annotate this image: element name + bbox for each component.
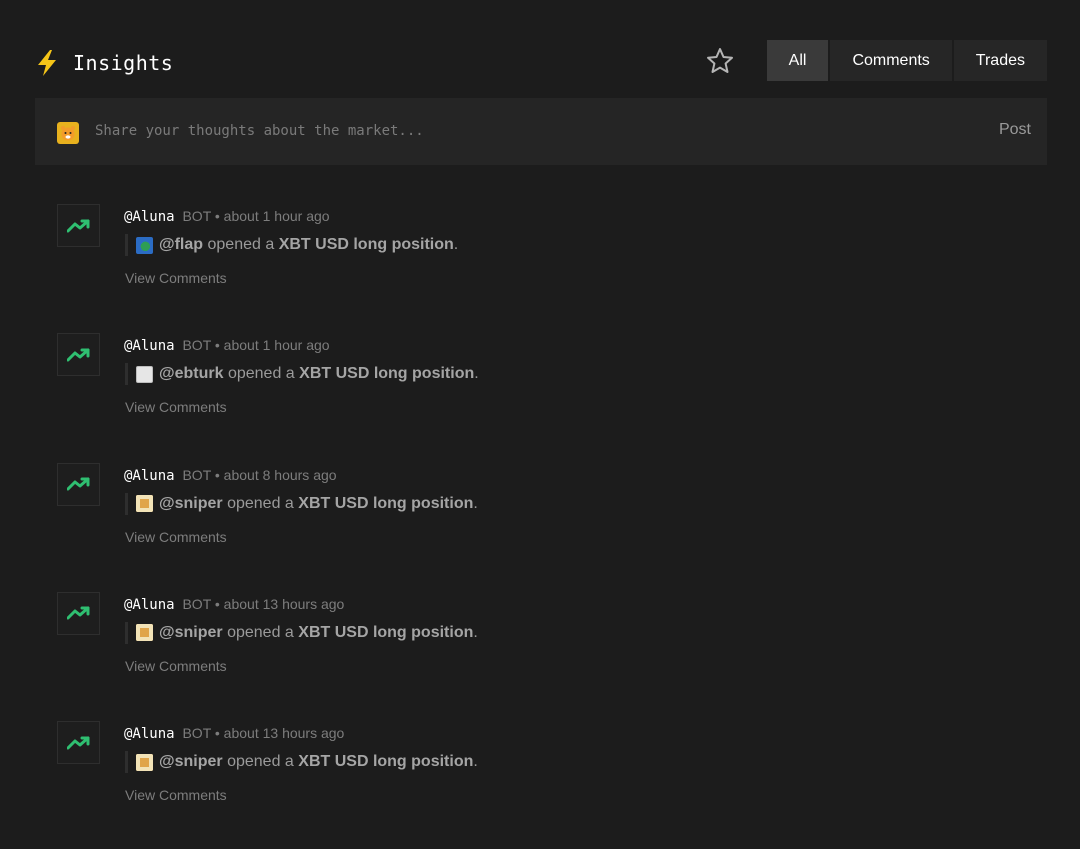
end-punct: . bbox=[474, 365, 479, 383]
post-body: @sniper opened a XBT USD long position . bbox=[125, 751, 478, 774]
lightning-bolt-icon bbox=[38, 50, 56, 76]
tiger-avatar-icon bbox=[57, 122, 79, 144]
feed-item: @Aluna BOT • about 1 hour ago @ebturk op… bbox=[57, 332, 1047, 461]
position-link[interactable]: XBT USD long position bbox=[298, 624, 473, 642]
post-body: @sniper opened a XBT USD long position . bbox=[125, 492, 478, 515]
user-mention[interactable]: @flap bbox=[159, 236, 203, 254]
star-icon[interactable] bbox=[705, 46, 735, 76]
action-text: opened a bbox=[227, 623, 294, 641]
bot-badge: BOT bbox=[182, 208, 211, 224]
trend-up-icon bbox=[57, 333, 100, 377]
tab-comments[interactable]: Comments bbox=[830, 40, 952, 81]
bot-badge: BOT bbox=[182, 725, 211, 742]
user-mention[interactable]: @sniper bbox=[159, 753, 223, 771]
post-body: @ebturk opened a XBT USD long position . bbox=[125, 363, 479, 386]
user-avatar bbox=[136, 236, 153, 254]
tab-all[interactable]: All bbox=[766, 40, 829, 81]
end-punct: . bbox=[453, 236, 459, 253]
action-text: opened a bbox=[227, 494, 294, 512]
end-punct: . bbox=[473, 494, 478, 512]
end-punct: . bbox=[473, 753, 478, 771]
trend-up-icon bbox=[57, 591, 100, 635]
post-button[interactable]: Post bbox=[999, 121, 1031, 139]
thoughts-input[interactable] bbox=[95, 120, 955, 142]
filter-tabs: All Comments Trades bbox=[765, 40, 1047, 81]
view-comments-link[interactable]: View Comments bbox=[125, 529, 227, 545]
trend-up-icon bbox=[57, 721, 100, 765]
view-comments-link[interactable]: View Comments bbox=[125, 399, 227, 415]
author-handle[interactable]: @Aluna bbox=[124, 468, 175, 484]
bot-badge: BOT bbox=[182, 337, 211, 354]
end-punct: . bbox=[473, 623, 478, 641]
view-comments-link[interactable]: View Comments bbox=[125, 270, 227, 286]
trend-up-icon bbox=[57, 462, 100, 506]
position-link[interactable]: XBT USD long position bbox=[298, 753, 473, 771]
feed-item: @Aluna BOT • about 8 hours ago @sniper o… bbox=[57, 462, 1047, 591]
post-time: • about 13 hours ago bbox=[214, 595, 345, 612]
position-link[interactable]: XBT USD long position bbox=[279, 236, 454, 254]
user-mention[interactable]: @sniper bbox=[159, 624, 223, 642]
user-avatar bbox=[136, 495, 153, 513]
feed-item: @Aluna BOT • about 13 hours ago @sniper … bbox=[57, 591, 1047, 720]
position-link[interactable]: XBT USD long position bbox=[298, 495, 473, 513]
post-body: @flap opened a XBT USD long position . bbox=[125, 234, 458, 256]
insights-feed: @Aluna BOT • about 1 hour ago @flap open… bbox=[57, 203, 1047, 849]
post-meta: @Aluna BOT • about 1 hour ago bbox=[124, 337, 330, 354]
post-meta: @Aluna BOT • about 8 hours ago bbox=[124, 467, 337, 484]
author-handle[interactable]: @Aluna bbox=[124, 209, 175, 225]
user-mention[interactable]: @ebturk bbox=[159, 365, 224, 383]
position-link[interactable]: XBT USD long position bbox=[299, 365, 474, 383]
post-body: @sniper opened a XBT USD long position . bbox=[125, 621, 478, 644]
view-comments-link[interactable]: View Comments bbox=[125, 658, 227, 674]
bot-badge: BOT bbox=[182, 595, 211, 612]
page-title: Insights bbox=[73, 51, 174, 75]
post-time: • about 1 hour ago bbox=[214, 337, 330, 354]
bot-badge: BOT bbox=[182, 466, 211, 483]
feed-item: @Aluna BOT • about 13 hours ago @sniper … bbox=[57, 720, 1047, 849]
view-comments-link[interactable]: View Comments bbox=[125, 787, 227, 803]
post-time: • about 1 hour ago bbox=[214, 208, 330, 224]
user-mention[interactable]: @sniper bbox=[159, 495, 223, 513]
author-handle[interactable]: @Aluna bbox=[124, 597, 175, 613]
author-handle[interactable]: @Aluna bbox=[124, 726, 175, 742]
tab-trades[interactable]: Trades bbox=[953, 40, 1047, 81]
post-time: • about 13 hours ago bbox=[214, 725, 345, 742]
post-meta: @Aluna BOT • about 1 hour ago bbox=[124, 208, 330, 225]
post-meta: @Aluna BOT • about 13 hours ago bbox=[124, 596, 344, 613]
user-avatar bbox=[136, 624, 153, 642]
user-avatar bbox=[136, 753, 153, 771]
action-text: opened a bbox=[227, 753, 294, 771]
trend-up-icon bbox=[57, 204, 100, 247]
feed-item: @Aluna BOT • about 1 hour ago @flap open… bbox=[57, 203, 1047, 332]
post-time: • about 8 hours ago bbox=[214, 466, 337, 483]
user-avatar bbox=[136, 365, 153, 383]
post-meta: @Aluna BOT • about 13 hours ago bbox=[124, 725, 344, 742]
action-text: opened a bbox=[227, 365, 295, 383]
action-text: opened a bbox=[207, 236, 275, 253]
title-group: Insights bbox=[35, 50, 173, 76]
insights-header: Insights All Comments Trades bbox=[35, 40, 1047, 82]
post-composer: Post bbox=[35, 98, 1047, 165]
author-handle[interactable]: @Aluna bbox=[124, 338, 175, 354]
